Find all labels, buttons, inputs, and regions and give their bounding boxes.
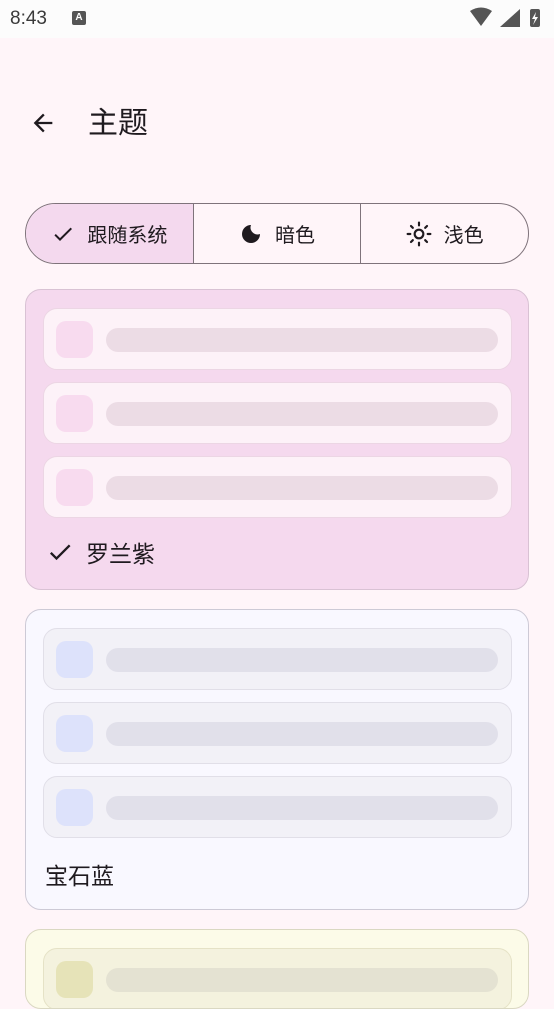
preview-bar — [106, 328, 498, 352]
status-time: 8:43 — [10, 8, 47, 29]
preview-row — [43, 702, 512, 764]
preview-square — [56, 469, 93, 506]
palette-card-sapphire[interactable]: 宝石蓝 — [25, 609, 529, 910]
status-icons — [468, 7, 546, 33]
palette-name: 罗兰紫 — [86, 542, 155, 568]
status-bar: 8:43 A — [0, 0, 554, 38]
preview-square — [56, 789, 93, 826]
check-icon — [49, 544, 71, 561]
back-button[interactable] — [26, 106, 60, 140]
preview-bar — [106, 402, 498, 426]
page-title: 主题 — [88, 106, 148, 141]
signal-icon — [500, 9, 520, 27]
preview-row — [43, 948, 512, 1008]
notification-icon: A — [72, 11, 86, 25]
preview-square — [56, 321, 93, 358]
preview-row — [43, 776, 512, 838]
preview-row — [43, 456, 512, 518]
preview-row — [43, 382, 512, 444]
segment-label: 暗色 — [275, 223, 315, 247]
wifi-icon — [470, 7, 492, 26]
preview-row — [43, 628, 512, 690]
theme-mode-segmented-control: 跟随系统 暗色 浅色 — [25, 203, 529, 264]
preview-bar — [106, 476, 498, 500]
preview-bar — [106, 796, 498, 820]
segment-label: 跟随系统 — [87, 223, 168, 247]
palette-label: 宝石蓝 — [45, 857, 114, 891]
check-icon — [54, 227, 73, 241]
preview-square — [56, 395, 93, 432]
preview-bar — [106, 722, 498, 746]
preview-square — [56, 961, 93, 998]
segment-follow-system[interactable]: 跟随系统 — [26, 204, 193, 263]
segment-light[interactable]: 浅色 — [360, 204, 528, 263]
arrow-left-icon — [33, 113, 53, 133]
preview-bar — [106, 968, 498, 992]
preview-bar — [106, 648, 498, 672]
palette-card-yellow[interactable] — [25, 929, 529, 1009]
segment-label: 浅色 — [443, 223, 484, 247]
sun-icon — [406, 221, 432, 246]
palette-label: 罗兰紫 — [46, 535, 155, 569]
palette-name: 宝石蓝 — [45, 864, 114, 890]
preview-square — [56, 641, 93, 678]
top-app-bar: 主题 — [0, 90, 554, 160]
palette-card-violet[interactable]: 罗兰紫 — [25, 289, 529, 590]
moon-icon — [242, 224, 260, 243]
preview-row — [43, 308, 512, 370]
preview-square — [56, 715, 93, 752]
segment-dark[interactable]: 暗色 — [192, 204, 361, 263]
